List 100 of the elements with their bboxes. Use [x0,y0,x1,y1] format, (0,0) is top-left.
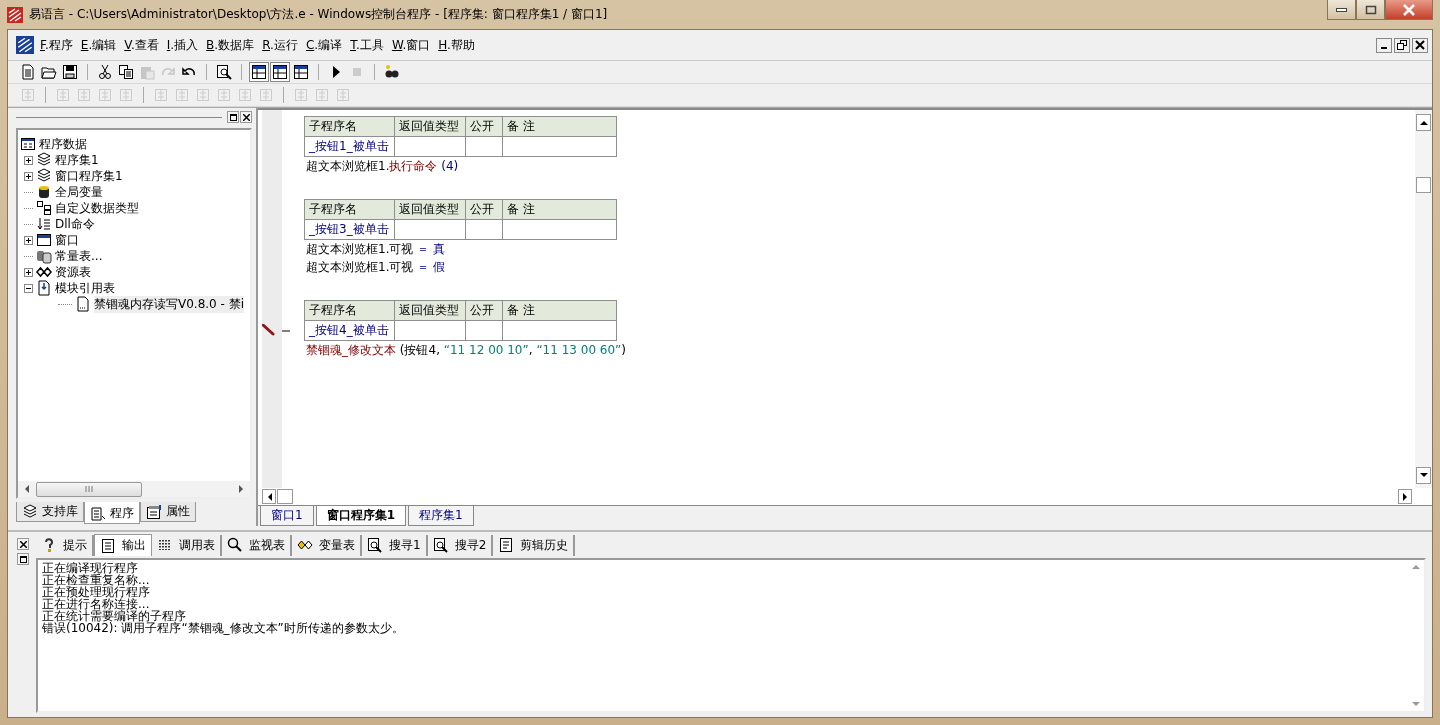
output-tab[interactable]: 输出 [94,534,152,556]
scroll-thumb[interactable] [1416,177,1431,193]
menu-item[interactable]: C.编译 [301,36,347,54]
table-header-cell: 子程序名 [304,199,395,220]
table-header-cell: 备 注 [502,199,617,220]
document-icon [498,537,515,553]
horizontal-scrollbar[interactable] [18,481,250,497]
menu-item[interactable]: B.数据库 [202,36,259,54]
minimize-button[interactable] [1327,0,1356,20]
document-tab[interactable]: 窗口程序集1 [315,506,406,526]
table-cell [465,320,503,341]
layout-icon [293,64,309,80]
tree-item[interactable]: 窗口 [55,231,79,249]
vertical-scrollbar[interactable] [1415,110,1432,488]
output-tab[interactable]: 搜寻2 [427,534,494,556]
menu-item[interactable]: I.插入 [162,36,203,54]
close-button[interactable] [1412,37,1428,53]
output-tab[interactable]: 搜寻1 [362,534,428,556]
table-header-cell: 备 注 [502,300,617,321]
menu-item[interactable]: V.查看 [120,36,163,54]
grid-window-icon [20,136,36,152]
close-icon [1415,40,1425,50]
expander-box[interactable] [24,171,33,181]
cut-icon [97,64,113,80]
menu-item[interactable]: E.编辑 [76,36,121,54]
right-arrow-icon [238,485,244,493]
dots-icon [157,537,173,553]
document-icon [75,296,91,312]
close-button[interactable] [240,111,252,123]
toolbar-button[interactable] [116,62,136,82]
output-tab[interactable]: 剪辑历史 [493,534,576,556]
expander-box[interactable] [24,283,33,293]
down-arrow-icon [1412,702,1420,707]
document-tab[interactable]: 程序集1 [408,506,474,526]
tree-item[interactable]: 程序数据 [39,135,87,153]
panel-tab[interactable]: 支持库 [16,502,84,522]
close-icon [19,540,27,548]
tree-item[interactable]: 自定义数据类型 [55,199,139,217]
maximize-icon [1364,4,1377,15]
tree-item[interactable]: 禁锢魂内存读写V0.8.0 - 禁i [94,295,245,313]
code-line: 超文本浏览框1.执行命令 (4) [306,158,460,175]
toolbar-button[interactable] [60,62,80,82]
output-line: 正在预处理现行程序 [42,586,151,598]
table-cell: _按钮1_被单击 [304,136,395,157]
boxes-icon [36,200,52,216]
output-tab[interactable]: 监视表 [222,534,292,556]
stack-icon [22,503,38,520]
restore-icon [1397,40,1407,50]
stack-icon [36,152,52,168]
table-header-cell: 返回值类型 [394,116,466,137]
tree-item[interactable]: 窗口程序集1 [55,167,123,185]
maximize-button[interactable] [1356,0,1385,20]
toolbar-button[interactable] [270,62,290,82]
align-icon [258,87,274,103]
tree-item[interactable]: 全局变量 [55,183,103,201]
float-button[interactable] [227,111,239,123]
menu-item[interactable]: W.窗口 [387,36,435,54]
minimize-button[interactable] [1376,37,1392,53]
window-icon [229,113,237,121]
toolbar-button[interactable] [291,62,311,82]
menu-item[interactable]: T.工具 [346,36,388,54]
tree-item[interactable]: Dll命令 [55,215,95,233]
menu-item[interactable]: H.帮助 [434,36,479,54]
window-title: 易语言 - C:\Users\Administrator\Desktop\方法.e - Windows控制台程序 - [程序集: 窗口程序集1 / 窗口1] [29,6,608,23]
table-cell [465,136,503,157]
output-tab[interactable]: 调用表 [152,534,222,556]
menu-item[interactable]: F.程序 [36,36,77,54]
code-line: 超文本浏览框1.可视 ＝ 假 [306,259,447,276]
app-logo-icon [16,36,34,54]
cylinders-icon [36,248,52,264]
open-folder-icon [41,64,57,80]
expander-box[interactable] [24,267,33,277]
menu-item[interactable]: R.运行 [258,36,302,54]
grip-icon [85,486,93,492]
tree-item[interactable]: 程序集1 [55,151,99,169]
expander-box[interactable] [24,155,33,165]
toolbar-button[interactable] [249,62,269,82]
close-button[interactable] [17,538,29,550]
scroll-thumb[interactable] [277,489,293,504]
panel-tab[interactable]: 程序 [84,502,140,524]
panel-tab[interactable]: 属性 [140,502,196,522]
output-line: 错误(10042): 调用子程序“禁锢魂_修改文本”时所传递的参数太少。 [42,622,405,634]
tree-item[interactable]: 资源表 [55,263,91,281]
binoculars-icon [384,64,400,80]
document-icon [100,537,116,554]
tree-item[interactable]: 常量表... [55,247,103,265]
document-tab[interactable]: 窗口1 [260,506,314,526]
restore-button[interactable] [1394,37,1410,53]
down-arrow-icon [1419,473,1428,478]
float-button[interactable] [17,553,29,565]
expander-box[interactable] [24,235,33,245]
window-icon [19,555,27,563]
align-icon [195,87,211,103]
output-line: 正在编译现行程序 [42,562,139,574]
output-tab[interactable]: 变量表 [292,534,362,556]
close-icon [1402,3,1416,16]
layout-icon [251,64,267,80]
tree-item[interactable]: 模块引用表 [55,279,115,297]
align-icon [174,87,190,103]
toolbar-button[interactable] [214,62,234,82]
